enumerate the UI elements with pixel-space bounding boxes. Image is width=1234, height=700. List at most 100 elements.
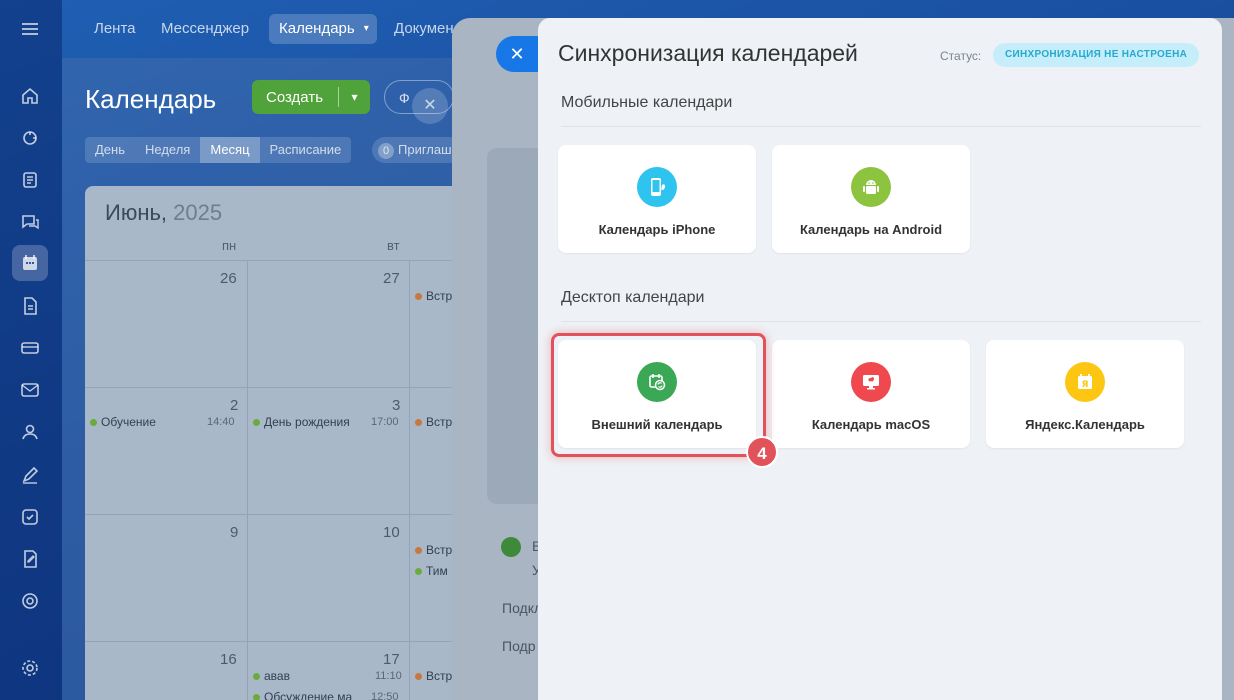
- calendar-icon[interactable]: [12, 245, 48, 281]
- card-icon[interactable]: [15, 333, 45, 363]
- step-highlight: [551, 333, 766, 457]
- divider: [561, 321, 1201, 322]
- target-icon[interactable]: [15, 586, 45, 616]
- dialog-title: Синхронизация календарей: [558, 40, 858, 66]
- edit-doc-icon[interactable]: [15, 544, 45, 574]
- tab-calendar[interactable]: Календарь ▾: [269, 14, 377, 44]
- event-dot: [415, 673, 422, 681]
- day-number[interactable]: 16: [220, 651, 237, 668]
- grid-line: [409, 260, 410, 700]
- event-dot: [415, 293, 422, 301]
- create-button-label: Создать: [266, 88, 324, 106]
- background-link[interactable]: Подкл: [502, 600, 542, 616]
- chevron-down-icon[interactable]: ▾: [339, 90, 370, 104]
- svg-text:Я: Я: [1082, 380, 1089, 390]
- step-badge: 4: [746, 436, 778, 468]
- event-title: День рождения: [264, 415, 350, 429]
- grid-line: [85, 387, 465, 388]
- tasks-icon[interactable]: [15, 502, 45, 532]
- event-dot: [415, 547, 422, 555]
- status-badge: СИНХРОНИЗАЦИЯ НЕ НАСТРОЕНА: [993, 43, 1200, 67]
- apple-icon: [851, 362, 891, 402]
- event-title: Обсуждение ма: [264, 690, 353, 700]
- event-title: Встр: [426, 669, 453, 683]
- card-label: Яндекс.Календарь: [1025, 417, 1145, 432]
- card-label: Календарь на Android: [799, 222, 943, 237]
- close-icon[interactable]: ✕: [412, 88, 448, 124]
- event-dot: [415, 568, 422, 576]
- event-time: 11:10: [375, 670, 402, 682]
- settings-icon[interactable]: [15, 653, 45, 683]
- day-number[interactable]: 27: [383, 270, 400, 287]
- event-title: Обучение: [101, 415, 156, 429]
- event-item[interactable]: День рождения: [253, 415, 361, 429]
- month-title: Июнь, 2025: [105, 200, 222, 226]
- event-dot: [253, 419, 260, 427]
- create-button[interactable]: Создать ▾: [252, 80, 370, 114]
- event-dot: [415, 419, 422, 427]
- event-title: Встр: [426, 289, 453, 303]
- event-item[interactable]: Обсуждение ма: [253, 690, 363, 700]
- event-item[interactable]: Обучение: [90, 415, 180, 429]
- view-day[interactable]: День: [85, 137, 135, 163]
- card-android-calendar[interactable]: Календарь на Android: [772, 145, 970, 253]
- mobile-section-title: Мобильные календари: [561, 94, 733, 111]
- day-number[interactable]: 3: [392, 397, 400, 414]
- grid-line: [247, 260, 248, 700]
- event-time: 17:00: [371, 416, 399, 428]
- view-month[interactable]: Месяц: [200, 137, 260, 163]
- invites-button[interactable]: 0 Приглаш: [372, 137, 462, 163]
- day-number[interactable]: 10: [383, 524, 400, 541]
- sign-icon[interactable]: [15, 460, 45, 490]
- event-dot: [253, 694, 260, 700]
- event-title: Тим: [426, 564, 448, 578]
- left-rail: [0, 0, 62, 700]
- document-icon[interactable]: [15, 291, 45, 321]
- invites-label: Приглаш: [398, 142, 452, 157]
- event-title: Встр: [426, 543, 453, 557]
- pulse-icon[interactable]: [15, 123, 45, 153]
- tab-calendar-label: Календарь: [279, 20, 355, 37]
- card-iphone-calendar[interactable]: Календарь iPhone: [558, 145, 756, 253]
- background-link[interactable]: Подр: [502, 638, 536, 654]
- home-icon[interactable]: [15, 81, 45, 111]
- android-icon: [851, 167, 891, 207]
- event-time: 14:40: [207, 416, 235, 428]
- day-number[interactable]: 17: [383, 651, 400, 668]
- weekday-mon: пн: [222, 238, 237, 253]
- feed-icon[interactable]: [15, 165, 45, 195]
- status-label: Статус:: [940, 49, 982, 63]
- event-title: авав: [264, 669, 290, 683]
- people-icon[interactable]: [15, 417, 45, 447]
- chat-icon[interactable]: [15, 207, 45, 237]
- view-week[interactable]: Неделя: [135, 137, 200, 163]
- close-dialog-button[interactable]: ✕: [496, 36, 538, 72]
- month-name: Июнь,: [105, 200, 168, 225]
- tab-feed[interactable]: Лента: [84, 14, 146, 44]
- grid-line: [85, 514, 465, 515]
- weekday-tue: вт: [387, 238, 400, 253]
- mail-icon[interactable]: [15, 375, 45, 405]
- close-icon: ✕: [509, 44, 525, 64]
- event-dot: [90, 419, 97, 427]
- menu-icon[interactable]: [15, 14, 45, 44]
- card-macos-calendar[interactable]: Календарь macOS: [772, 340, 970, 448]
- card-label: Календарь macOS: [811, 417, 931, 432]
- day-number[interactable]: 26: [220, 270, 237, 287]
- card-yandex-calendar[interactable]: Я Яндекс.Календарь: [986, 340, 1184, 448]
- yandex-calendar-icon: Я: [1065, 362, 1105, 402]
- tab-messenger[interactable]: Мессенджер: [151, 14, 259, 44]
- month-calendar: Июнь, 2025 пн вт 26 27 2 3 9 10 16 17 Об…: [85, 186, 465, 700]
- view-schedule[interactable]: Расписание: [260, 137, 352, 163]
- event-dot: [253, 673, 260, 681]
- invites-count: 0: [378, 143, 394, 159]
- day-number[interactable]: 9: [230, 524, 238, 541]
- view-switcher: День Неделя Месяц Расписание: [85, 137, 352, 163]
- divider: [561, 126, 1201, 127]
- event-time: 12:50: [371, 691, 399, 700]
- day-number[interactable]: 2: [230, 397, 238, 414]
- event-item[interactable]: авав: [253, 669, 333, 683]
- event-title: Встр: [426, 415, 453, 429]
- month-year: 2025: [173, 200, 223, 225]
- grid-line: [85, 260, 465, 261]
